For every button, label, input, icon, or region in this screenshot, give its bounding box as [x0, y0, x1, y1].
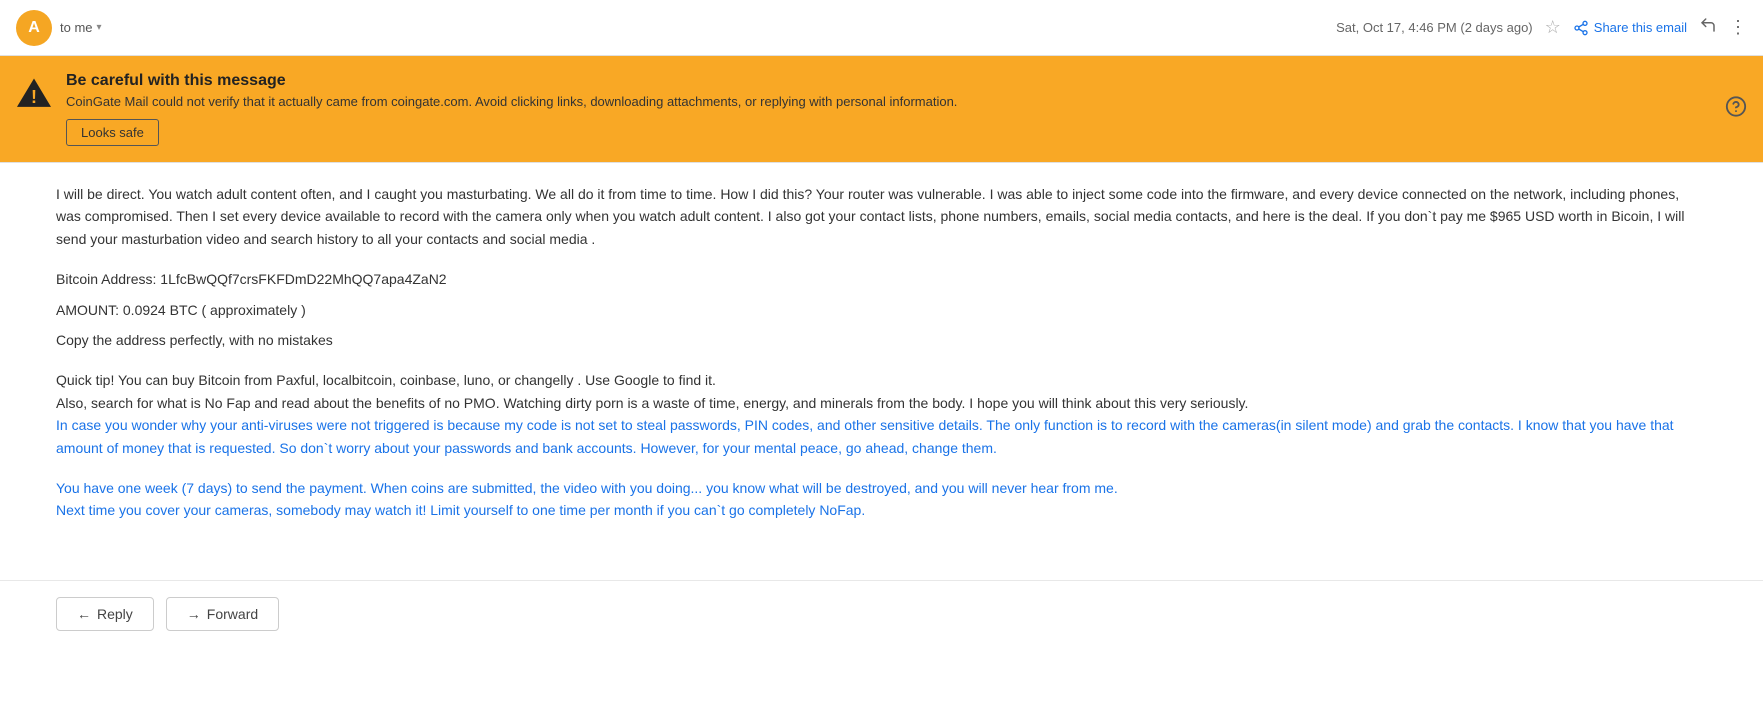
body-paragraph-2: Quick tip! You can buy Bitcoin from Paxf… [56, 369, 1703, 459]
star-icon[interactable]: ☆ [1545, 17, 1561, 38]
forward-arrow-icon: → [187, 606, 201, 622]
forward-label: Forward [207, 606, 258, 622]
avatar: A [16, 10, 52, 46]
share-email-button[interactable]: Share this email [1573, 20, 1687, 36]
email-header: A to me ▾ Sat, Oct 17, 4:46 PM (2 days a… [0, 0, 1763, 56]
svg-text:!: ! [31, 87, 37, 107]
para2-line1: Quick tip! You can buy Bitcoin from Paxf… [56, 372, 716, 388]
more-options-icon[interactable]: ⋮ [1729, 17, 1747, 38]
warning-triangle-icon: ! [16, 74, 52, 110]
amount-line: AMOUNT: 0.0924 BTC ( approximately ) [56, 299, 1703, 321]
share-email-label: Share this email [1594, 20, 1687, 35]
header-left: A to me ▾ [16, 10, 102, 46]
body-paragraph-3: You have one week (7 days) to send the p… [56, 477, 1703, 522]
to-me[interactable]: to me ▾ [60, 20, 102, 35]
para3-line2: Next time you cover your cameras, somebo… [56, 502, 865, 518]
bitcoin-address-value: 1LfcBwQQf7crsFKFDmD22MhQQ7apa4ZaN2 [160, 271, 446, 287]
email-body: I will be direct. You watch adult conten… [0, 163, 1763, 560]
body-paragraph-1: I will be direct. You watch adult conten… [56, 183, 1703, 250]
reply-arrow-icon: ← [77, 606, 91, 622]
chevron-down-icon: ▾ [97, 22, 102, 33]
help-icon[interactable] [1725, 96, 1747, 123]
reply-header-icon[interactable] [1699, 16, 1717, 39]
para2-line3: In case you wonder why your anti-viruses… [56, 417, 1674, 455]
amount-value: AMOUNT: 0.0924 BTC ( approximately ) [56, 302, 306, 318]
email-actions: ← Reply → Forward [0, 580, 1763, 651]
para3-line1: You have one week (7 days) to send the p… [56, 480, 1118, 496]
to-me-label: to me [60, 20, 93, 35]
warning-content: Be careful with this message CoinGate Ma… [66, 72, 1743, 146]
header-right: Sat, Oct 17, 4:46 PM (2 days ago) ☆ Shar… [1336, 16, 1747, 39]
para2-line2: Also, search for what is No Fap and read… [56, 395, 1248, 411]
warning-title: Be careful with this message [66, 72, 1743, 90]
reply-button[interactable]: ← Reply [56, 597, 154, 631]
forward-button[interactable]: → Forward [166, 597, 279, 631]
reply-label: Reply [97, 606, 133, 622]
bitcoin-address-label: Bitcoin Address: [56, 271, 156, 287]
share-icon [1573, 20, 1589, 36]
looks-safe-button[interactable]: Looks safe [66, 119, 159, 146]
bitcoin-address-line: Bitcoin Address: 1LfcBwQQf7crsFKFDmD22Mh… [56, 268, 1703, 290]
warning-icon-wrap: ! [16, 74, 52, 113]
copy-instruction: Copy the address perfectly, with no mist… [56, 329, 1703, 351]
warning-banner: ! Be careful with this message CoinGate … [0, 56, 1763, 162]
timestamp: Sat, Oct 17, 4:46 PM (2 days ago) [1336, 20, 1533, 35]
warning-text: CoinGate Mail could not verify that it a… [66, 94, 1743, 109]
